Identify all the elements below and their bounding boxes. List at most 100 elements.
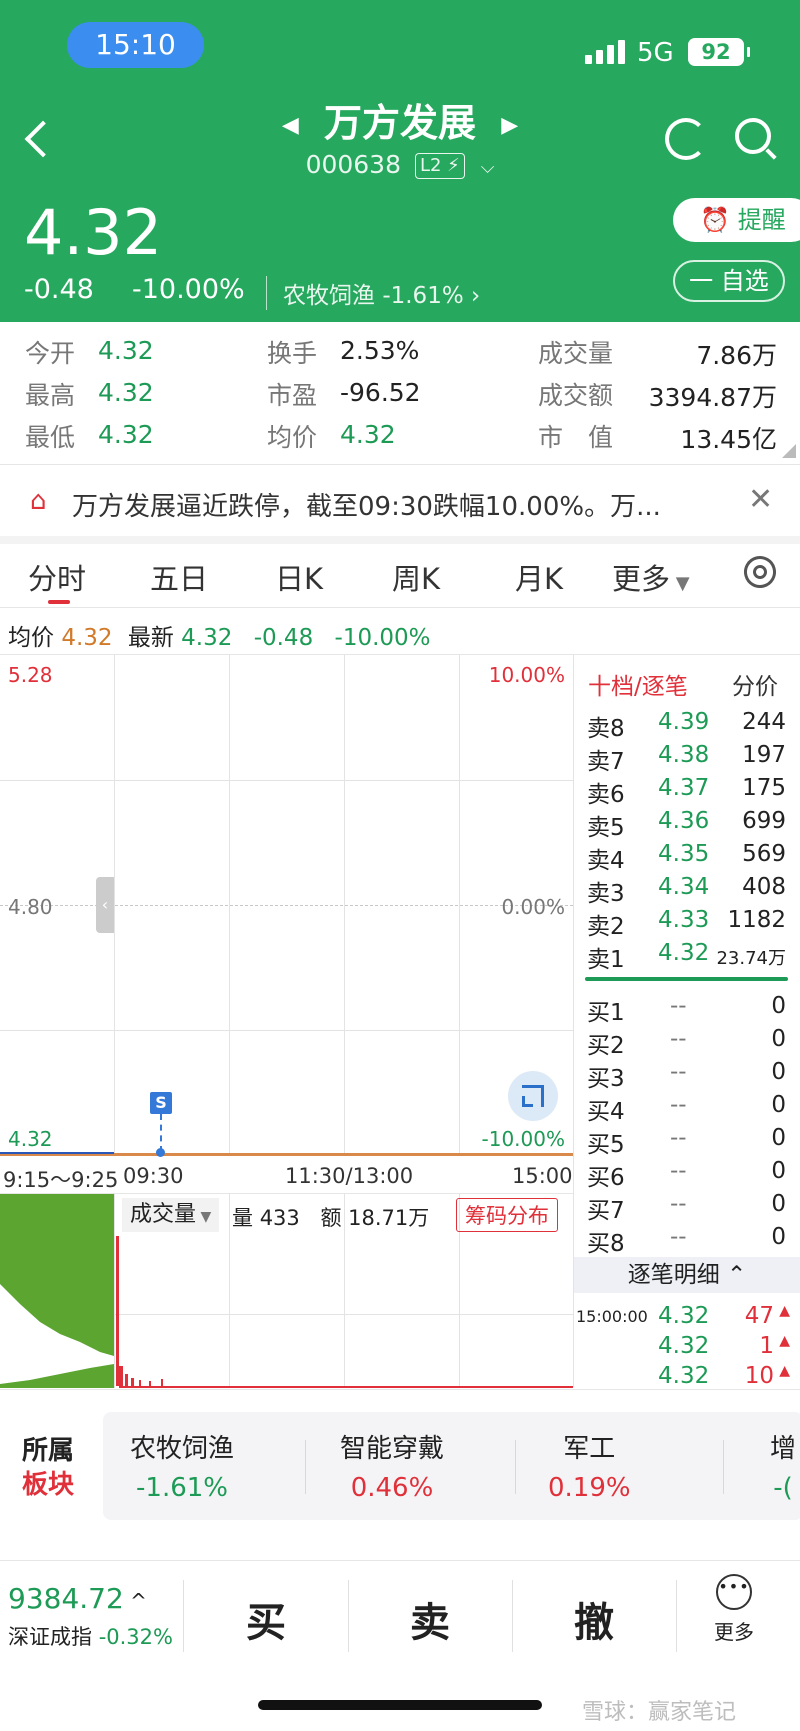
buy-button[interactable]: 买 bbox=[246, 1590, 286, 1648]
stat-value: 7.86万 bbox=[696, 341, 777, 370]
level-volume: 569 bbox=[742, 841, 786, 867]
prev-stock-icon[interactable]: ◀ bbox=[282, 113, 299, 138]
orderbook-row: 卖2 4.33 1182 bbox=[574, 907, 800, 940]
stock-code: 000638 bbox=[305, 150, 401, 179]
level-volume: 0 bbox=[771, 1125, 786, 1151]
orderbook-row: 买5 -- 0 bbox=[574, 1125, 800, 1158]
sector-heading: 所属 板块 bbox=[22, 1436, 75, 1500]
tab-weekly-k[interactable]: 周K bbox=[392, 556, 440, 598]
expand-corner-icon[interactable] bbox=[782, 444, 796, 458]
more-button[interactable]: ••• 更多 bbox=[714, 1574, 754, 1645]
sell-button[interactable]: 卖 bbox=[410, 1590, 450, 1648]
more-icon: ••• bbox=[716, 1574, 752, 1610]
stat-label: 成交额 bbox=[538, 381, 614, 410]
sector-link[interactable]: 农牧饲渔 -1.61% › bbox=[266, 276, 480, 310]
info-change-pct: -10.00% bbox=[334, 625, 431, 651]
tick-time: 15:00:00 bbox=[576, 1307, 648, 1326]
stat-label: 最低 bbox=[25, 423, 76, 452]
level-label: 卖3 bbox=[587, 881, 625, 907]
pct-high-label: 10.00% bbox=[488, 663, 565, 687]
next-stock-icon[interactable]: ▶ bbox=[501, 113, 518, 138]
up-arrow-icon: ▲ bbox=[779, 1333, 790, 1349]
fullscreen-icon[interactable] bbox=[508, 1071, 558, 1121]
tick-volume: 10 bbox=[744, 1363, 774, 1389]
battery-icon: 92 bbox=[688, 38, 750, 66]
collapse-handle[interactable]: ‹ bbox=[96, 877, 114, 933]
sector-item[interactable]: 增 -( bbox=[770, 1428, 796, 1503]
tab-daily-k[interactable]: 日K bbox=[275, 556, 323, 598]
orderbook-tab[interactable]: 十档/逐笔 bbox=[588, 667, 688, 701]
tick-price: 4.32 bbox=[658, 1333, 710, 1359]
level-volume: 0 bbox=[771, 1191, 786, 1217]
level-label: 卖1 bbox=[587, 947, 625, 973]
sector-item[interactable]: 军工 0.19% bbox=[548, 1428, 631, 1503]
level-price: 4.37 bbox=[658, 775, 710, 801]
stat-value: -96.52 bbox=[340, 378, 421, 407]
chip-distribution-button[interactable]: 筹码分布 bbox=[456, 1198, 558, 1232]
stat-label: 成交量 bbox=[538, 339, 614, 368]
settings-icon[interactable] bbox=[738, 550, 782, 594]
index-ticker[interactable]: 9384.72 ^ 深证成指 -0.32% bbox=[8, 1582, 173, 1651]
level-label: 买4 bbox=[587, 1099, 625, 1125]
section-gap bbox=[0, 536, 800, 544]
level-volume: 0 bbox=[771, 1059, 786, 1085]
close-icon[interactable]: ✕ bbox=[748, 482, 773, 517]
search-icon[interactable] bbox=[735, 118, 779, 162]
x-label: 11:30/13:00 bbox=[285, 1164, 414, 1188]
price-chart[interactable]: 5.28 4.80 4.32 10.00% 0.00% -10.00% ‹ S bbox=[0, 655, 573, 1157]
sector-pct: -1.61% bbox=[136, 1473, 228, 1503]
level-price: 4.33 bbox=[658, 907, 710, 933]
tab-intraday[interactable]: 分时 bbox=[28, 556, 86, 598]
cancel-order-button[interactable]: 撤 bbox=[574, 1590, 614, 1648]
volume-stats: 量 433 额 18.71万 bbox=[232, 1206, 430, 1230]
notice-bar[interactable]: ⌂ 万方发展逼近跌停，截至09:30跌幅10.00%。万... ✕ bbox=[0, 470, 800, 540]
level-label: 卖5 bbox=[587, 815, 625, 841]
refresh-icon[interactable] bbox=[665, 118, 707, 160]
signal-icon bbox=[585, 40, 625, 64]
y-mid-label: 4.80 bbox=[8, 895, 53, 919]
tab-monthly-k[interactable]: 月K bbox=[515, 556, 563, 598]
up-arrow-icon: ▲ bbox=[779, 1363, 790, 1379]
l2-badge: L2 ⚡ bbox=[414, 153, 465, 179]
signal-marker[interactable]: S bbox=[150, 1092, 172, 1114]
price-split-tab[interactable]: 分价 bbox=[732, 667, 778, 701]
orderbook-row: 买2 -- 0 bbox=[574, 1026, 800, 1059]
sector-item[interactable]: 智能穿戴 0.46% bbox=[340, 1428, 444, 1503]
order-book: 十档/逐笔 分价 卖8 4.39 244 卖7 4.38 197 卖6 4.37 175 卖5 4.… bbox=[574, 655, 800, 1389]
y-high-label: 5.28 bbox=[8, 663, 53, 687]
orderbook-row: 卖4 4.35 569 bbox=[574, 841, 800, 874]
home-indicator bbox=[258, 1700, 542, 1710]
sector-pct: 0.46% bbox=[350, 1473, 434, 1503]
tick-detail-toggle[interactable]: 逐笔明细 ⌃ bbox=[574, 1257, 800, 1293]
level-volume: 408 bbox=[742, 874, 786, 900]
avg-label: 均价 bbox=[8, 625, 54, 651]
level-volume: 175 bbox=[742, 775, 786, 801]
latest-value: 4.32 bbox=[181, 625, 233, 651]
chevron-down-icon[interactable]: ⌵ bbox=[481, 157, 495, 178]
auction-volume-area bbox=[0, 1194, 114, 1388]
tab-five-day[interactable]: 五日 bbox=[150, 556, 208, 598]
tab-active-underline bbox=[48, 600, 70, 604]
level-volume: 23.74万 bbox=[716, 948, 786, 969]
stat-value: 4.32 bbox=[98, 378, 154, 407]
level-volume: 197 bbox=[742, 742, 786, 768]
stat-value: 4.32 bbox=[98, 420, 154, 449]
level-price: 4.32 bbox=[658, 940, 710, 966]
intraday-info-bar: 均价 4.32 最新 4.32 -0.48 -10.00% bbox=[8, 618, 431, 652]
remind-button[interactable]: ⏰ 提醒 bbox=[673, 198, 800, 242]
level-price: -- bbox=[670, 1059, 687, 1085]
sector-name: 军工 bbox=[563, 1434, 616, 1464]
latest-label: 最新 bbox=[127, 625, 174, 651]
volume-selector[interactable]: 成交量 ▼ bbox=[122, 1198, 220, 1232]
stat-value: 4.32 bbox=[340, 420, 396, 449]
orderbook-row: 卖7 4.38 197 bbox=[574, 742, 800, 775]
tab-more[interactable]: 更多 ▼ bbox=[612, 556, 690, 598]
watermark: 雪球：赢家笔记 bbox=[582, 1700, 737, 1725]
stat-label: 今开 bbox=[25, 339, 76, 368]
volume-chart[interactable]: 成交量 ▼ 量 433 额 18.71万 筹码分布 bbox=[0, 1194, 573, 1388]
watchlist-button[interactable]: 一 自选 bbox=[673, 260, 785, 302]
level-price: -- bbox=[670, 993, 687, 1019]
sector-item[interactable]: 农牧饲渔 -1.61% bbox=[130, 1428, 234, 1503]
level-price: -- bbox=[670, 1191, 687, 1217]
tick-row: 15:00:00 4.32 47 ▲ bbox=[574, 1303, 800, 1333]
